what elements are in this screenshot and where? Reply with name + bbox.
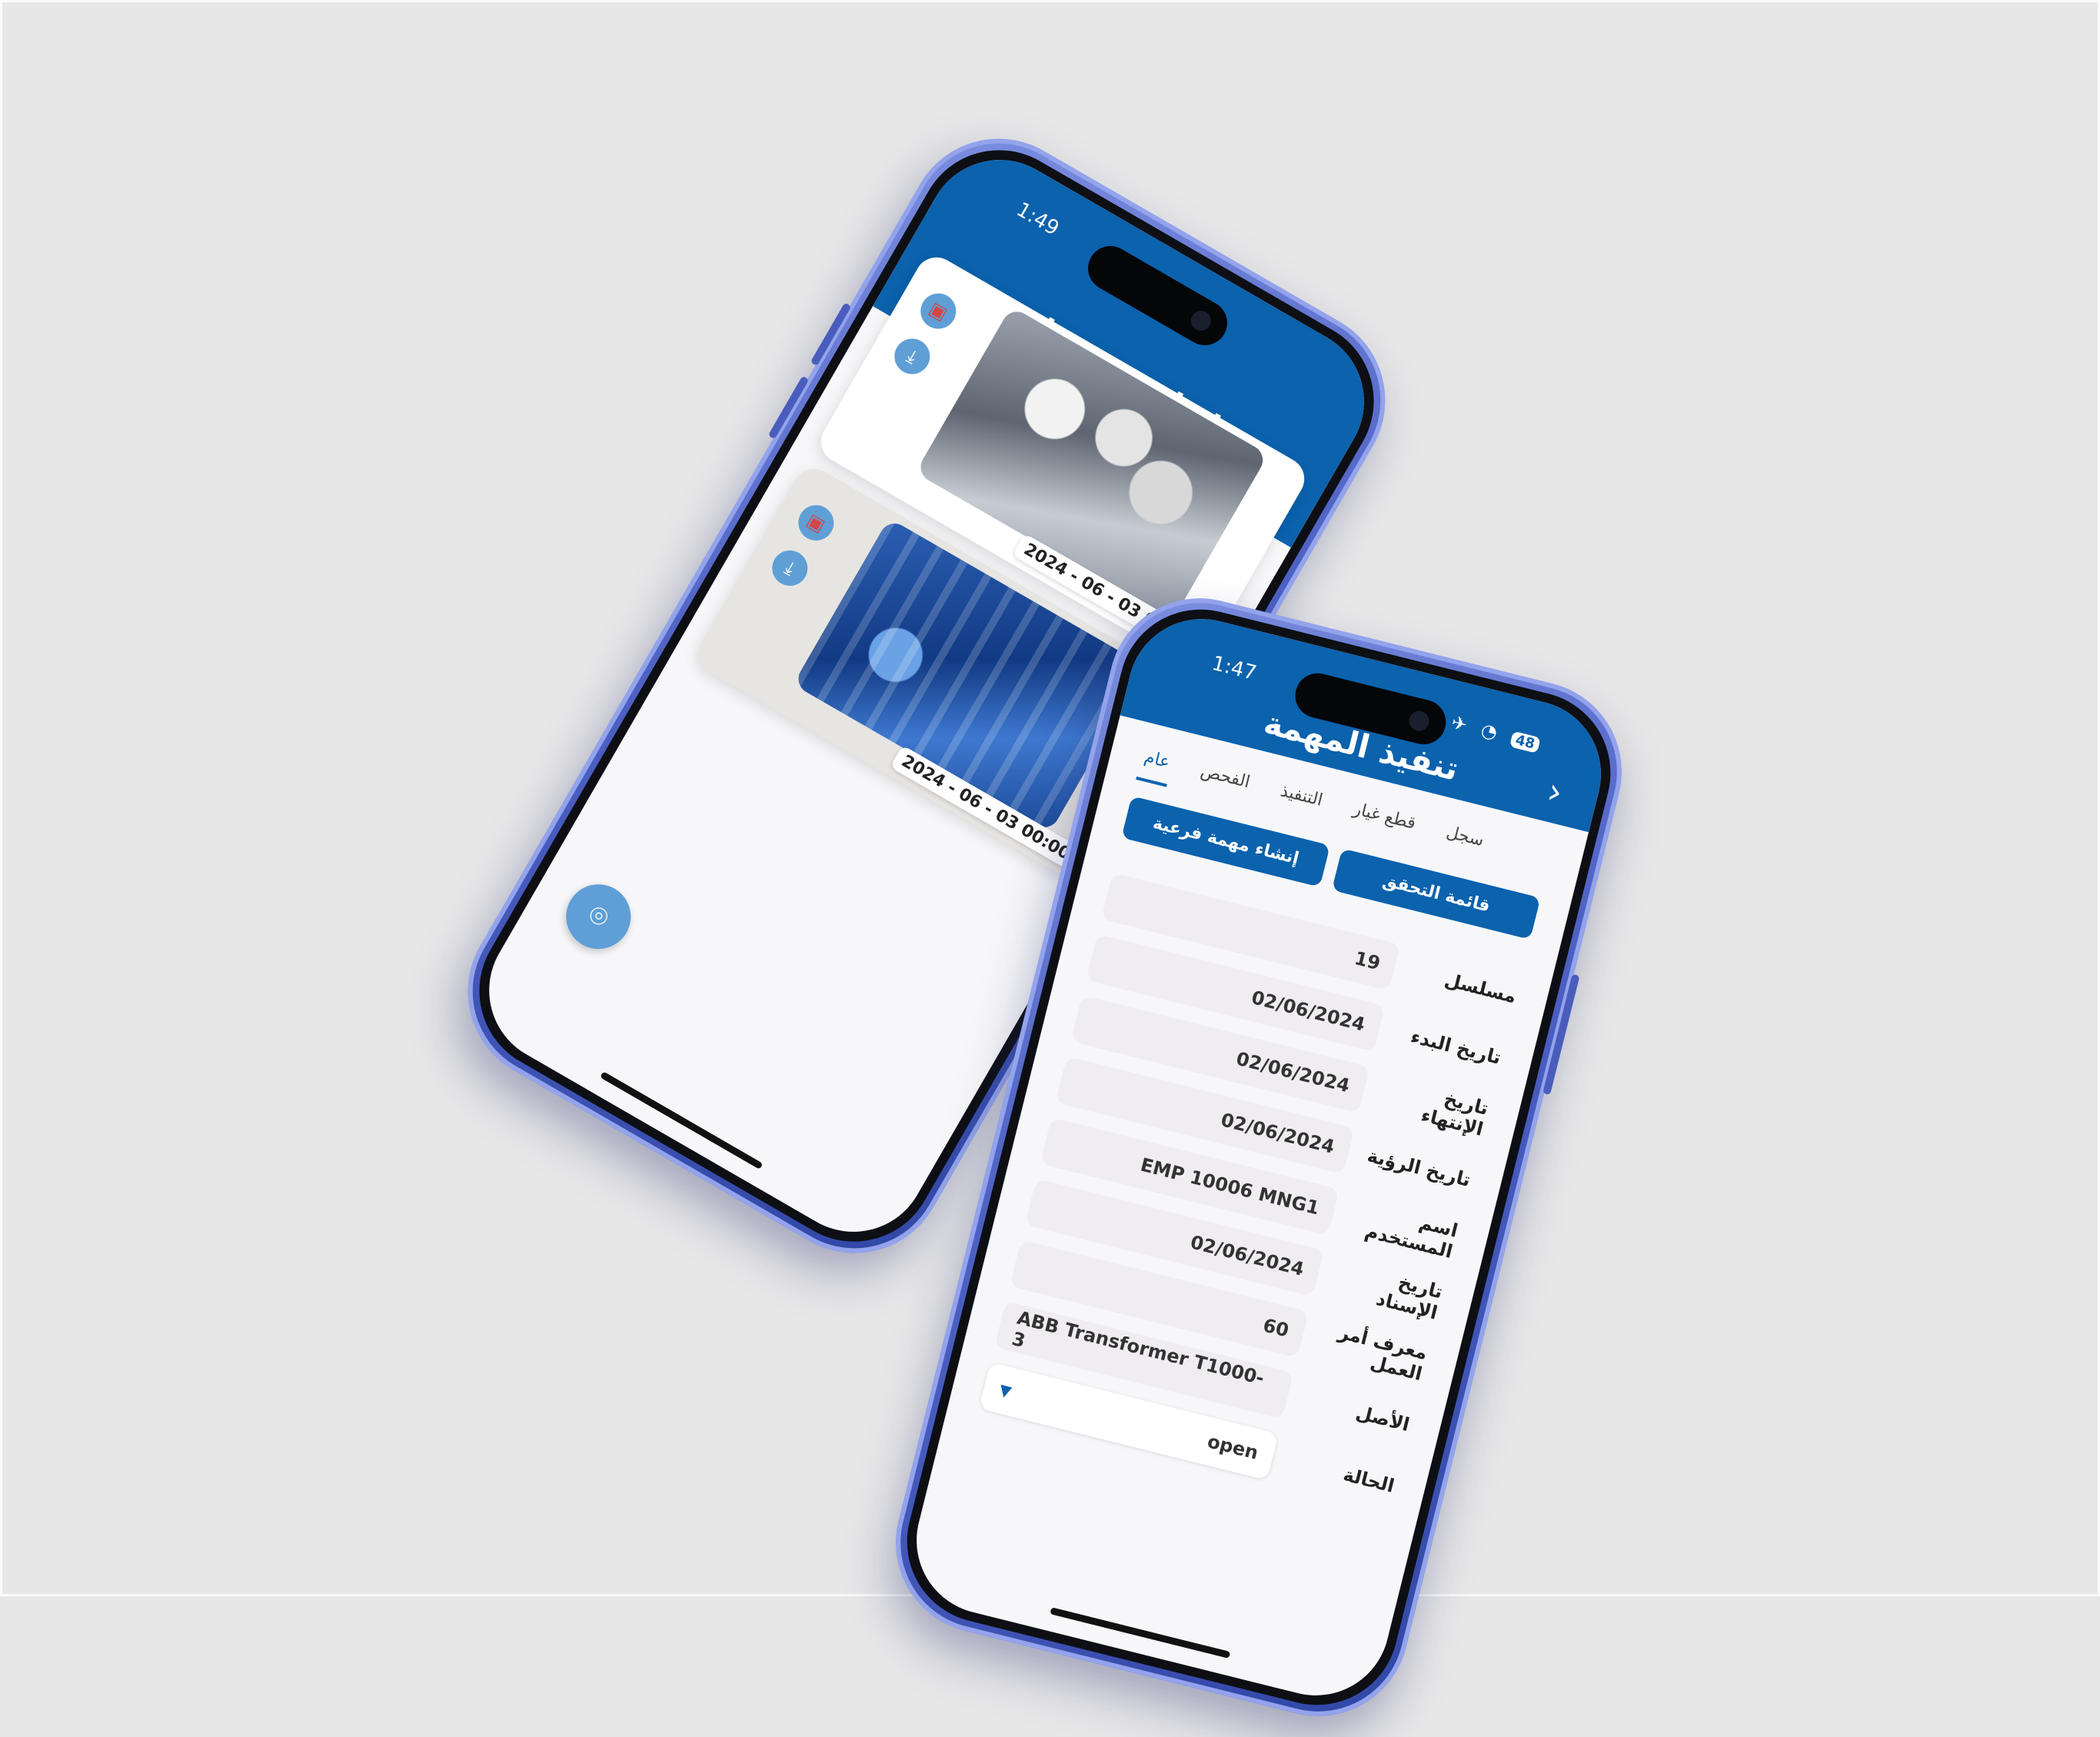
wifi-icon: ◔: [1479, 718, 1505, 745]
dynamic-island: [1080, 238, 1236, 354]
status-label: الحالة: [1341, 1463, 1396, 1497]
download-icon: ⤓: [903, 344, 921, 368]
add-photo-button[interactable]: ⌾: [554, 872, 643, 961]
download-button[interactable]: ⤓: [887, 332, 937, 381]
status-time: 1:47: [1210, 651, 1259, 685]
tab-log[interactable]: سجل: [1438, 813, 1491, 865]
delete-button[interactable]: ▣: [791, 498, 840, 547]
home-indicator[interactable]: [1050, 1607, 1231, 1659]
tab-general[interactable]: عام: [1136, 737, 1177, 787]
status-icons: ✈ ◔ 48: [1449, 711, 1543, 754]
airplane-icon: ✈: [1449, 711, 1474, 737]
status-value: open: [1205, 1430, 1261, 1464]
download-icon: ⤓: [780, 557, 799, 580]
trash-icon: ▣: [925, 297, 952, 325]
download-button[interactable]: ⤓: [765, 544, 814, 593]
serial-label: مسلسل: [1442, 969, 1519, 1008]
chevron-down-icon: ▼: [997, 1379, 1013, 1401]
tab-inspection[interactable]: الفحص: [1192, 752, 1256, 807]
battery-indicator: 48: [1509, 730, 1541, 754]
visibility-date-label: تاريخ الرؤية: [1365, 1144, 1473, 1192]
camera-icon: ⌾: [581, 897, 616, 937]
status-time: 1:49: [1012, 198, 1063, 241]
tab-execution[interactable]: التنفيذ: [1272, 772, 1330, 826]
asset-label: الأصل: [1353, 1402, 1412, 1436]
start-date-label: تاريخ البدء: [1408, 1025, 1503, 1070]
task-form: 19 مسلسل 02/06/2024 تاريخ البدء 02/06/20…: [977, 866, 1523, 1519]
delete-button[interactable]: ▣: [914, 287, 963, 336]
tab-spare-parts[interactable]: قطع غيار: [1345, 790, 1423, 848]
trash-icon: ▣: [803, 509, 830, 537]
